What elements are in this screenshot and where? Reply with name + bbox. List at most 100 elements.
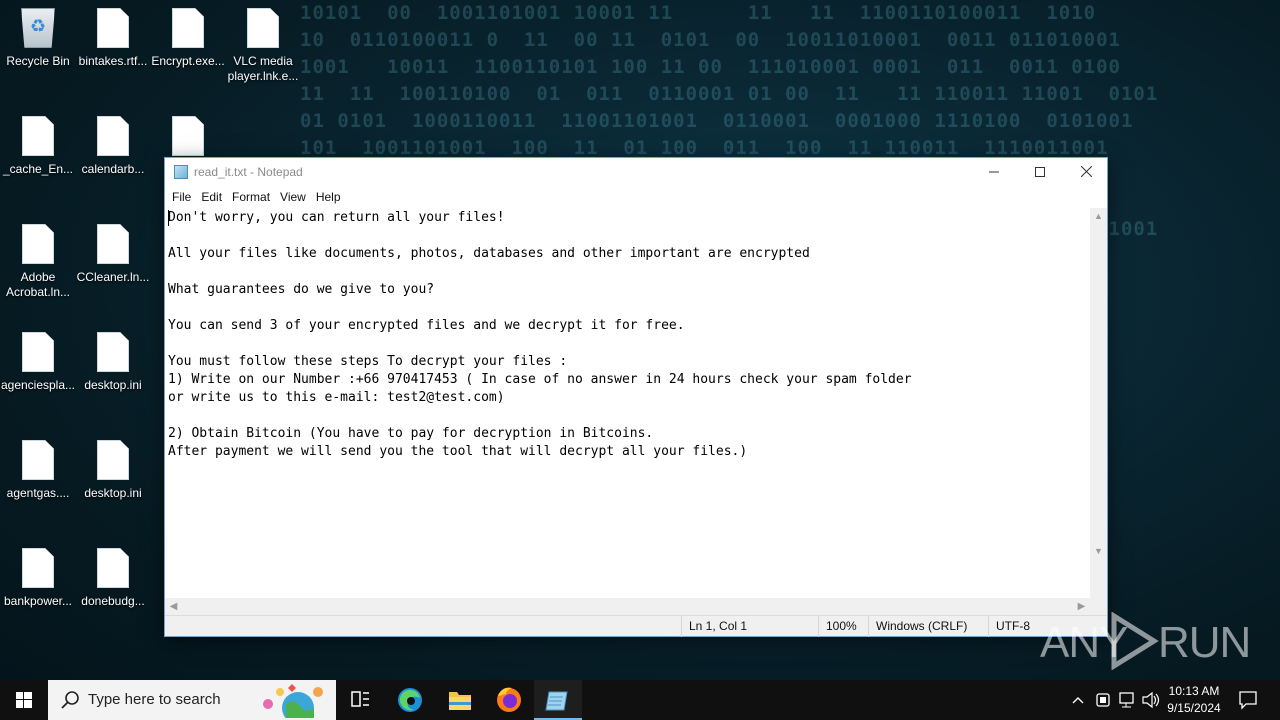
maximize-icon [1035,167,1045,177]
desktop-icon-label: donebudg... [81,594,145,608]
menu-file[interactable]: File [167,190,196,204]
speaker-icon [1142,691,1160,709]
taskbar-file-explorer[interactable] [436,680,484,720]
anyrun-watermark: ANY RUN [1040,612,1251,672]
editor-area: Don't worry, you can return all your fil… [165,208,1107,598]
desktop-icon-label: VLC media player.lnk.e... [227,54,299,83]
desktop-icon-label: calendarb... [81,162,145,176]
file-icon [22,224,54,264]
minimize-button[interactable] [971,158,1017,186]
recycle-bin-icon [21,8,55,48]
file-icon [97,548,129,588]
title-bar[interactable]: read_it.txt - Notepad [165,158,1107,186]
close-button[interactable] [1063,158,1109,186]
taskbar-search[interactable]: Type here to search [48,680,336,720]
file-icon [97,8,129,48]
play-logo-icon [1111,612,1159,670]
scroll-left-icon[interactable]: ◀ [165,598,182,615]
task-view-button[interactable] [336,680,384,720]
desktop-icon-label: bintakes.rtf... [78,54,148,68]
desktop-icon[interactable]: ⚙desktop.ini [75,440,151,501]
desktop-icon[interactable]: calendarb... [75,116,151,177]
vertical-scrollbar[interactable]: ▲ ▼ [1090,208,1107,598]
desktop-icon[interactable]: agenciespla... [0,332,76,393]
status-zoom: 100% [818,616,868,637]
minimize-icon [989,171,999,173]
desktop-icon-label: desktop.ini [84,378,142,392]
tray-app-button[interactable] [1092,680,1114,720]
desktop-icon[interactable]: VLC media player.lnk.e... [225,8,301,84]
watermark-text-run: RUN [1158,618,1251,667]
menu-edit[interactable]: Edit [196,190,227,204]
file-icon [97,332,129,372]
menu-format[interactable]: Format [227,190,275,204]
windows-logo-icon [16,692,32,708]
file-icon [22,332,54,372]
taskbar: Type here to search 10:13 AM 9/15/2024 [0,680,1280,720]
desktop-icon-label: Recycle Bin [6,54,70,68]
desktop-icon[interactable]: donebudg... [75,548,151,609]
desktop-icon[interactable]: Encrypt.exe... [150,8,226,69]
network-button[interactable] [1116,680,1138,720]
desktop-icon[interactable]: bankpower... [0,548,76,609]
volume-button[interactable] [1140,680,1162,720]
desktop-icon-label: bankpower... [3,594,73,608]
window-title: read_it.txt - Notepad [194,165,303,179]
maximize-button[interactable] [1017,158,1063,186]
clock-date: 9/15/2024 [1167,701,1221,715]
desktop-icon[interactable]: Recycle Bin [0,8,76,69]
file-icon [172,116,204,156]
notepad-app-icon [545,691,568,711]
menu-bar: File Edit Format View Help [165,186,1107,208]
desktop-icon-label: CCleaner.ln... [76,270,150,284]
status-line-ending: Windows (CRLF) [868,616,988,637]
file-icon [172,8,204,48]
scroll-up-icon[interactable]: ▲ [1090,208,1107,225]
taskbar-clock[interactable]: 10:13 AM 9/15/2024 [1160,683,1228,717]
file-icon [97,116,129,156]
status-position: Ln 1, Col 1 [681,616,818,637]
file-icon [22,440,54,480]
action-center-button[interactable] [1234,680,1262,720]
tray-device-icon [1096,693,1110,707]
desktop-icon-label: agenciespla... [0,378,76,392]
clock-time: 10:13 AM [1168,684,1220,698]
firefox-icon [497,687,521,712]
file-icon [22,116,54,156]
desktop-icon[interactable]: bintakes.rtf... [75,8,151,69]
taskbar-notepad[interactable] [534,680,582,720]
desktop-icon[interactable]: agentgas.... [0,440,76,501]
tray-overflow-button[interactable] [1068,680,1088,720]
search-placeholder: Type here to search [88,691,221,708]
menu-help[interactable]: Help [311,190,346,204]
text-editor[interactable]: Don't worry, you can return all your fil… [168,208,1090,598]
close-icon [1080,165,1092,178]
desktop-icon[interactable]: _cache_En... [0,116,76,177]
desktop-icon-label: agentgas.... [6,486,70,500]
desktop-icon[interactable]: CCleaner.ln... [75,224,151,285]
text-caret [168,210,169,226]
taskbar-firefox[interactable] [486,680,534,720]
start-button[interactable] [0,680,48,720]
file-icon [22,548,54,588]
horizontal-scrollbar[interactable]: ◀ ▶ [165,598,1090,615]
edge-browser-icon [398,688,422,712]
notification-icon [1239,691,1257,710]
network-icon [1119,692,1134,708]
scroll-down-icon[interactable]: ▼ [1090,543,1107,560]
task-view-icon [351,691,369,707]
status-bar: Ln 1, Col 1 100% Windows (CRLF) UTF-8 [165,615,1107,637]
file-icon [97,224,129,264]
notepad-icon [174,165,188,179]
folder-icon [449,692,471,710]
search-highlight-illustration-icon [263,684,323,718]
taskbar-edge[interactable] [386,680,434,720]
wallpaper-digit-row: 11 11 100110100 01 011 0110001 01 00 11 … [300,83,1159,105]
desktop-icon-label: Adobe Acrobat.ln... [5,270,71,299]
desktop-icon[interactable]: Adobe Acrobat.ln... [0,224,76,300]
desktop-icon-label: Encrypt.exe... [151,54,225,68]
file-icon [247,8,279,48]
file-icon [97,440,129,480]
menu-view[interactable]: View [275,190,311,204]
desktop-icon[interactable]: ⚙desktop.ini [75,332,151,393]
